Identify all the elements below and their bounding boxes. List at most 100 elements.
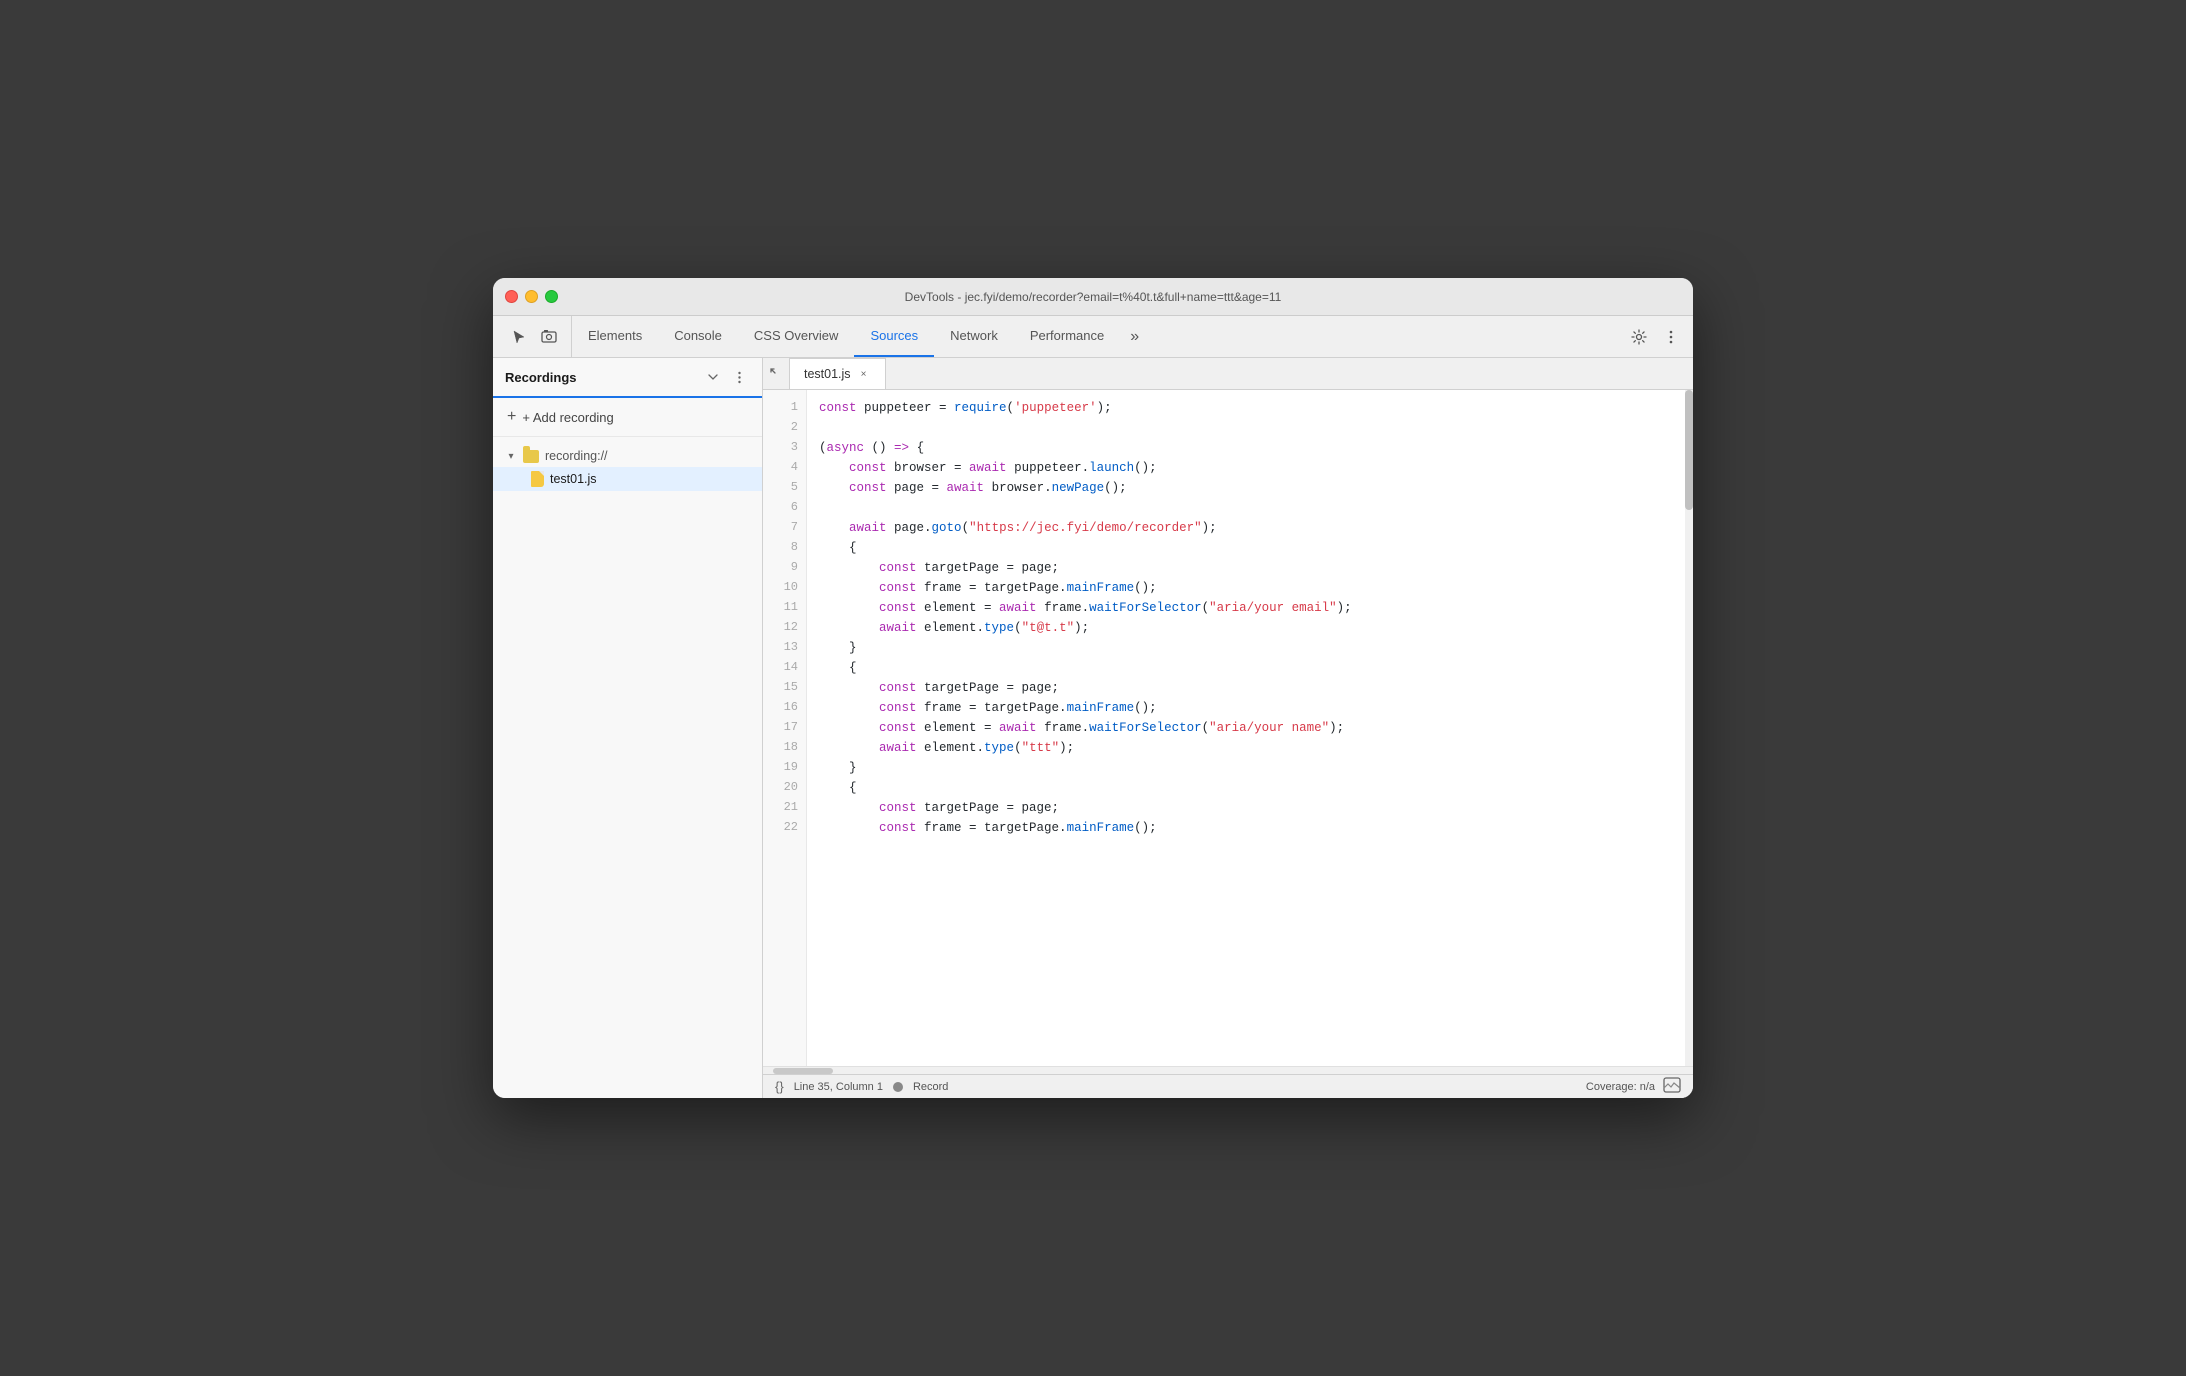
sidebar-header: Recordings bbox=[493, 358, 762, 398]
tab-css-overview[interactable]: CSS Overview bbox=[738, 316, 855, 357]
scrollbar-track[interactable] bbox=[1685, 390, 1693, 1066]
code-line-17: const element = await frame.waitForSelec… bbox=[819, 718, 1693, 738]
code-line-6 bbox=[819, 498, 1693, 518]
status-left: {} Line 35, Column 1 Record bbox=[775, 1079, 948, 1094]
nav-tabs: Elements Console CSS Overview Sources Ne… bbox=[572, 316, 1617, 357]
editor-tabs: test01.js × bbox=[763, 358, 1693, 390]
line-num-18: 18 bbox=[763, 738, 806, 758]
format-icon[interactable]: {} bbox=[775, 1079, 784, 1094]
sidebar: Recordings bbox=[493, 358, 763, 1098]
line-num-4: 4 bbox=[763, 458, 806, 478]
tab-console[interactable]: Console bbox=[658, 316, 738, 357]
file-tree: ▾ recording:// test01.js bbox=[493, 437, 762, 1098]
status-right: Coverage: n/a bbox=[1586, 1077, 1681, 1096]
code-line-10: const frame = targetPage.mainFrame(); bbox=[819, 578, 1693, 598]
record-dot-icon bbox=[893, 1082, 903, 1092]
code-line-7: await page.goto("https://jec.fyi/demo/re… bbox=[819, 518, 1693, 538]
code-line-8: { bbox=[819, 538, 1693, 558]
add-icon: + bbox=[507, 408, 516, 426]
code-line-15: const targetPage = page; bbox=[819, 678, 1693, 698]
folder-icon bbox=[523, 450, 539, 463]
code-line-2 bbox=[819, 418, 1693, 438]
code-line-16: const frame = targetPage.mainFrame(); bbox=[819, 698, 1693, 718]
cursor-icon-btn[interactable] bbox=[505, 323, 533, 351]
folder-label: recording:// bbox=[545, 449, 608, 463]
tree-folder-item[interactable]: ▾ recording:// bbox=[493, 445, 762, 467]
maximize-button[interactable] bbox=[545, 290, 558, 303]
code-line-11: const element = await frame.waitForSelec… bbox=[819, 598, 1693, 618]
editor-tab-close-btn[interactable]: × bbox=[857, 367, 871, 381]
code-line-14: { bbox=[819, 658, 1693, 678]
gear-icon-btn[interactable] bbox=[1625, 323, 1653, 351]
file-label: test01.js bbox=[550, 472, 597, 486]
line-num-13: 13 bbox=[763, 638, 806, 658]
add-recording-label: + Add recording bbox=[522, 410, 613, 425]
record-label[interactable]: Record bbox=[913, 1081, 948, 1093]
code-line-3: (async () => { bbox=[819, 438, 1693, 458]
code-content[interactable]: const puppeteer = require('puppeteer'); … bbox=[807, 390, 1693, 1066]
tree-file-item[interactable]: test01.js bbox=[493, 467, 762, 491]
tab-sources[interactable]: Sources bbox=[854, 316, 934, 357]
code-line-1: const puppeteer = require('puppeteer'); bbox=[819, 398, 1693, 418]
line-num-10: 10 bbox=[763, 578, 806, 598]
screenshot-btn[interactable] bbox=[1663, 1077, 1681, 1096]
line-num-19: 19 bbox=[763, 758, 806, 778]
title-bar: DevTools - jec.fyi/demo/recorder?email=t… bbox=[493, 278, 1693, 316]
status-bar: {} Line 35, Column 1 Record Coverage: n/… bbox=[763, 1074, 1693, 1098]
line-num-20: 20 bbox=[763, 778, 806, 798]
code-line-21: const targetPage = page; bbox=[819, 798, 1693, 818]
minimize-button[interactable] bbox=[525, 290, 538, 303]
code-line-19: } bbox=[819, 758, 1693, 778]
line-num-9: 9 bbox=[763, 558, 806, 578]
line-num-3: 3 bbox=[763, 438, 806, 458]
sidebar-more-btn[interactable] bbox=[728, 366, 750, 388]
horiz-scrollbar-thumb[interactable] bbox=[773, 1068, 833, 1074]
sidebar-header-icons bbox=[702, 366, 750, 388]
line-num-16: 16 bbox=[763, 698, 806, 718]
code-line-20: { bbox=[819, 778, 1693, 798]
horizontal-scrollbar[interactable] bbox=[763, 1066, 1693, 1074]
main-content: Recordings bbox=[493, 358, 1693, 1098]
devtools-nav: Elements Console CSS Overview Sources Ne… bbox=[493, 316, 1693, 358]
line-num-6: 6 bbox=[763, 498, 806, 518]
add-recording-btn[interactable]: + + Add recording bbox=[493, 398, 762, 437]
tab-network[interactable]: Network bbox=[934, 316, 1014, 357]
line-num-22: 22 bbox=[763, 818, 806, 838]
tab-performance[interactable]: Performance bbox=[1014, 316, 1120, 357]
editor-area: test01.js × 1 2 3 4 5 6 7 8 9 10 11 bbox=[763, 358, 1693, 1098]
editor-nav-back[interactable] bbox=[763, 358, 790, 389]
close-button[interactable] bbox=[505, 290, 518, 303]
line-num-12: 12 bbox=[763, 618, 806, 638]
file-icon bbox=[531, 471, 544, 487]
three-dots-menu-btn[interactable] bbox=[1657, 323, 1685, 351]
more-tabs-button[interactable]: » bbox=[1120, 316, 1149, 357]
editor-tab-test01[interactable]: test01.js × bbox=[790, 358, 886, 389]
sidebar-title: Recordings bbox=[505, 370, 577, 385]
code-line-22: const frame = targetPage.mainFrame(); bbox=[819, 818, 1693, 838]
code-line-18: await element.type("ttt"); bbox=[819, 738, 1693, 758]
traffic-lights bbox=[505, 290, 558, 303]
code-line-9: const targetPage = page; bbox=[819, 558, 1693, 578]
line-num-17: 17 bbox=[763, 718, 806, 738]
sidebar-header-left: Recordings bbox=[505, 370, 577, 385]
line-num-7: 7 bbox=[763, 518, 806, 538]
line-num-1: 1 bbox=[763, 398, 806, 418]
code-line-12: await element.type("t@t.t"); bbox=[819, 618, 1693, 638]
line-numbers: 1 2 3 4 5 6 7 8 9 10 11 12 13 14 15 16 1 bbox=[763, 390, 807, 1066]
window-title: DevTools - jec.fyi/demo/recorder?email=t… bbox=[905, 290, 1282, 304]
code-line-4: const browser = await puppeteer.launch()… bbox=[819, 458, 1693, 478]
line-num-8: 8 bbox=[763, 538, 806, 558]
line-num-5: 5 bbox=[763, 478, 806, 498]
sidebar-expand-btn[interactable] bbox=[702, 366, 724, 388]
nav-actions bbox=[1617, 316, 1693, 357]
line-num-15: 15 bbox=[763, 678, 806, 698]
code-line-13: } bbox=[819, 638, 1693, 658]
line-num-2: 2 bbox=[763, 418, 806, 438]
code-line-5: const page = await browser.newPage(); bbox=[819, 478, 1693, 498]
coverage-status: Coverage: n/a bbox=[1586, 1081, 1655, 1093]
folder-arrow-icon: ▾ bbox=[505, 451, 517, 462]
tab-elements[interactable]: Elements bbox=[572, 316, 658, 357]
screenshot-icon-btn[interactable] bbox=[535, 323, 563, 351]
scrollbar-thumb[interactable] bbox=[1685, 390, 1693, 510]
code-editor[interactable]: 1 2 3 4 5 6 7 8 9 10 11 12 13 14 15 16 1 bbox=[763, 390, 1693, 1066]
